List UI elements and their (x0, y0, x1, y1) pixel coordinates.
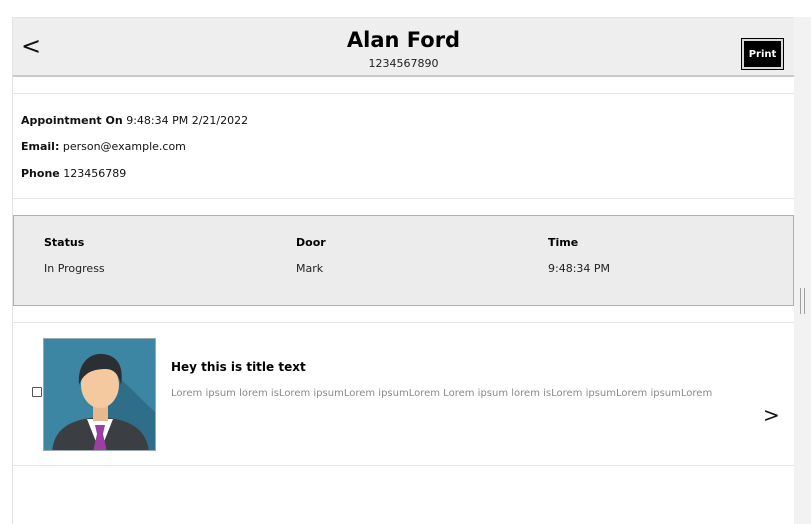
email-value: person@example.com (62, 140, 186, 153)
door-value: Mark (296, 262, 324, 275)
header-bar: < Alan Ford 1234567890 Print (13, 18, 794, 77)
page-subtitle: 1234567890 (368, 57, 439, 70)
item-description: Lorem ipsum lorem isLorem ipsumLorem ips… (171, 388, 713, 399)
status-column: Status In Progress (44, 236, 244, 276)
time-value: 9:48:34 PM (548, 262, 611, 275)
appointment-row: Appointment On 9:48:34 PM 2/21/2022 (21, 114, 248, 128)
email-label: Email: (21, 140, 60, 153)
chevron-right-icon[interactable]: > (763, 403, 780, 427)
time-header: Time (548, 236, 579, 249)
vertical-scrollbar[interactable] (794, 17, 811, 524)
email-row: Email: person@example.com (21, 140, 186, 154)
appointment-info-card: Appointment On 9:48:34 PM 2/21/2022 Emai… (13, 93, 794, 199)
details-window: < Alan Ford 1234567890 Print Appointment… (12, 17, 794, 524)
time-column: Time 9:48:34 PM (548, 236, 748, 276)
item-checkbox[interactable] (32, 387, 42, 397)
list-item[interactable]: Hey this is title text Lorem ipsum lorem… (13, 322, 794, 466)
page-title: Alan Ford (346, 28, 461, 52)
phone-row: Phone 123456789 (21, 167, 126, 181)
appointment-label: Appointment On (21, 114, 123, 127)
door-column: Door Mark (296, 236, 496, 276)
status-header: Status (44, 236, 85, 249)
print-button[interactable]: Print (741, 38, 784, 70)
appointment-value: 9:48:34 PM 2/21/2022 (126, 114, 249, 127)
scrollbar-thumb[interactable] (800, 288, 805, 314)
phone-value: 123456789 (63, 167, 127, 180)
status-panel: Status In Progress Door Mark Time 9:48:3… (13, 215, 794, 306)
status-value: In Progress (44, 262, 105, 275)
phone-label: Phone (21, 167, 60, 180)
person-avatar-icon (43, 338, 156, 451)
item-title: Hey this is title text (171, 360, 306, 374)
door-header: Door (296, 236, 326, 249)
